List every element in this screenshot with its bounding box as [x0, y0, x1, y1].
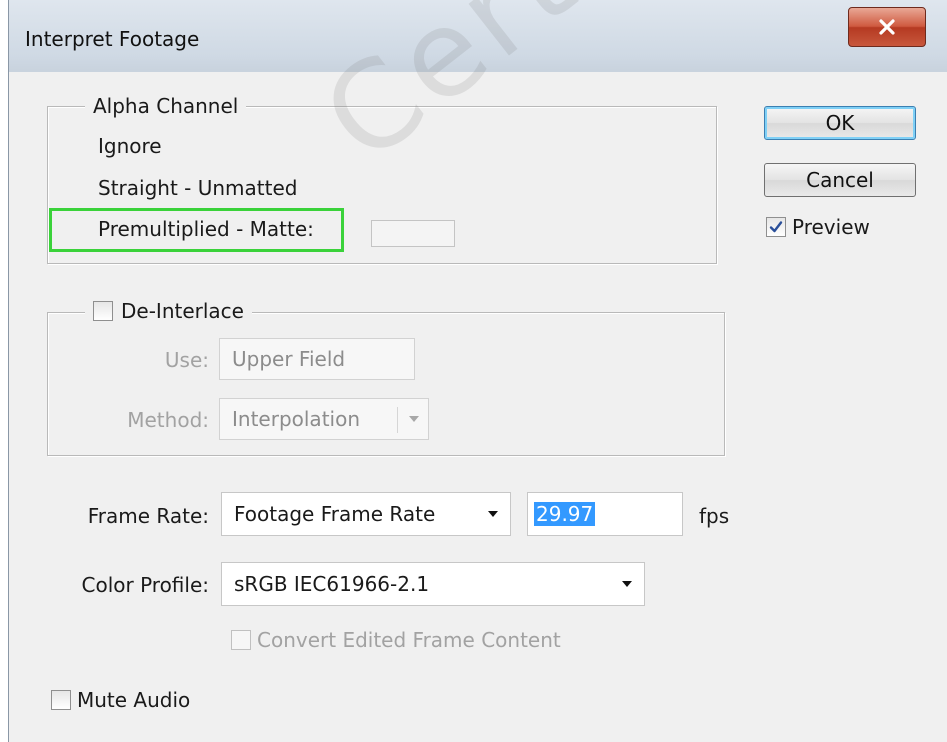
color-profile-dropdown[interactable]: sRGB IEC61966-2.1: [221, 562, 645, 606]
ok-button-label: OK: [825, 111, 855, 135]
chevron-down-icon: [409, 416, 419, 422]
alpha-channel-legend-label: Alpha Channel: [93, 94, 239, 118]
mute-audio-row[interactable]: Mute Audio: [51, 688, 190, 712]
alpha-channel-legend: Alpha Channel: [85, 92, 247, 120]
use-field-dropdown: Upper Field: [219, 338, 415, 380]
method-dropdown-separator: [397, 407, 398, 433]
method-dropdown: Interpolation: [219, 398, 429, 440]
method-label: Method:: [127, 408, 209, 432]
convert-edited-frame-row: Convert Edited Frame Content: [231, 628, 561, 652]
alpha-option-premultiplied-matte[interactable]: Premultiplied - Matte:: [98, 217, 314, 241]
dialog-title: Interpret Footage: [25, 27, 200, 51]
fps-input[interactable]: 29.97: [527, 492, 683, 536]
deinterlace-legend[interactable]: De-Interlace: [85, 296, 252, 326]
chevron-down-icon: [622, 581, 632, 587]
checkmark-icon: [769, 221, 783, 233]
alpha-option-ignore[interactable]: Ignore: [98, 134, 162, 158]
mute-audio-label: Mute Audio: [77, 688, 191, 712]
mute-audio-checkbox[interactable]: [51, 690, 71, 710]
chevron-down-icon: [488, 511, 498, 517]
alpha-option-straight-unmatted[interactable]: Straight - Unmatted: [98, 176, 297, 200]
cancel-button-label: Cancel: [806, 168, 874, 192]
close-icon: [879, 19, 895, 35]
preview-checkbox[interactable]: [766, 217, 786, 237]
matte-color-swatch[interactable]: [371, 220, 455, 247]
preview-label: Preview: [792, 215, 870, 239]
preview-checkbox-row[interactable]: Preview: [766, 215, 870, 239]
convert-edited-frame-label: Convert Edited Frame Content: [257, 628, 561, 652]
convert-edited-frame-checkbox: [231, 630, 251, 650]
deinterlace-label: De-Interlace: [121, 299, 244, 323]
frame-rate-label: Frame Rate:: [87, 504, 209, 528]
ok-button[interactable]: OK: [764, 106, 916, 140]
interpret-footage-dialog: Interpret Footage Alpha Channel Ignore S…: [8, 0, 947, 742]
fps-unit-label: fps: [699, 504, 730, 528]
color-profile-value: sRGB IEC61966-2.1: [234, 572, 430, 596]
fps-value: 29.97: [534, 502, 596, 526]
method-value: Interpolation: [232, 407, 360, 431]
use-label: Use:: [164, 348, 209, 372]
dialog-body: Alpha Channel Ignore Straight - Unmatted…: [9, 72, 947, 742]
deinterlace-checkbox[interactable]: [93, 301, 113, 321]
title-bar[interactable]: Interpret Footage: [9, 0, 947, 72]
use-field-value: Upper Field: [232, 347, 346, 371]
frame-rate-value: Footage Frame Rate: [234, 502, 436, 526]
close-button[interactable]: [848, 7, 926, 47]
frame-rate-dropdown[interactable]: Footage Frame Rate: [221, 492, 511, 536]
cancel-button[interactable]: Cancel: [764, 163, 916, 197]
color-profile-label: Color Profile:: [81, 573, 210, 597]
